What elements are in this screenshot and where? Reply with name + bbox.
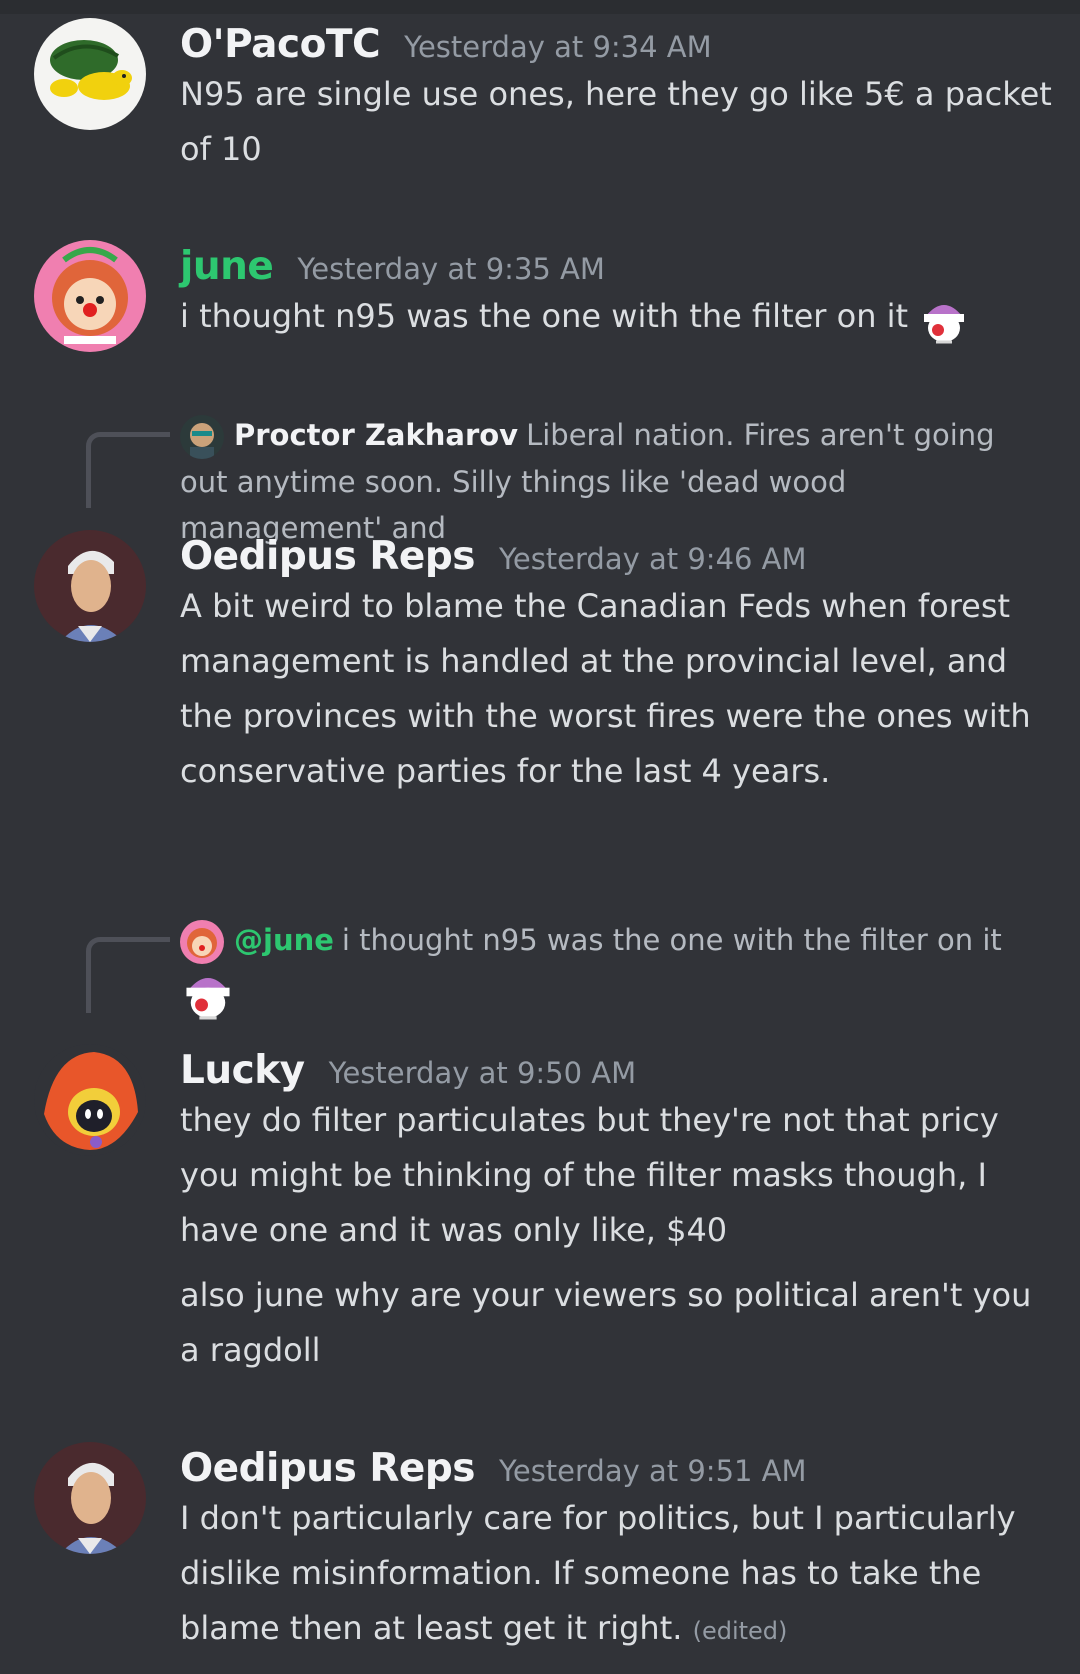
avatar-june[interactable]: [34, 240, 146, 352]
message-text: I don't particularly care for politics, …: [180, 1491, 1060, 1659]
message-text: A bit weird to blame the Canadian Feds w…: [180, 587, 1031, 790]
message-text: i thought n95 was the one with the filte…: [180, 289, 1060, 344]
reply-author[interactable]: Proctor Zakharov: [234, 418, 518, 452]
edited-label: (edited): [692, 1617, 788, 1645]
clown-avatar-icon: [34, 240, 146, 352]
message-text-content: I don't particularly care for politics, …: [180, 1499, 1016, 1647]
avatar-oedipus[interactable]: [34, 1442, 146, 1554]
avatar-turtle[interactable]: [34, 18, 146, 130]
timestamp: Yesterday at 9:46 AM: [498, 542, 807, 576]
reply-avatar-icon: [180, 415, 224, 459]
message-text: N95 are single use ones, here they go li…: [180, 75, 1052, 168]
username[interactable]: Lucky: [180, 1048, 305, 1093]
message-text: they do filter particulates but they're …: [180, 1101, 999, 1249]
username[interactable]: O'PacoTC: [180, 22, 381, 67]
reply-spine: [86, 432, 170, 508]
message-text: also june why are your viewers so politi…: [180, 1276, 1032, 1369]
avatar-oedipus[interactable]: [34, 530, 146, 642]
username[interactable]: Oedipus Reps: [180, 1446, 475, 1491]
man-portrait-avatar-icon: [34, 530, 146, 642]
username[interactable]: Oedipus Reps: [180, 534, 475, 579]
avatar-lucky[interactable]: [34, 1044, 146, 1156]
reply-spine: [86, 937, 170, 1013]
timestamp: Yesterday at 9:51 AM: [498, 1454, 807, 1488]
reply-reference[interactable]: @june i thought n95 was the one with the …: [180, 917, 1040, 1022]
reply-reference[interactable]: Proctor Zakharov Liberal nation. Fires ar…: [180, 412, 1040, 551]
top-divider: [0, 0, 1080, 14]
reply-avatar-icon: [180, 920, 224, 964]
turtle-avatar-icon: [34, 18, 146, 130]
timestamp: Yesterday at 9:50 AM: [328, 1056, 637, 1090]
timestamp: Yesterday at 9:34 AM: [404, 30, 712, 64]
sad-clown-emoji-icon: [918, 292, 970, 344]
reply-emoji-row: [180, 964, 1040, 1022]
reply-mention[interactable]: @june: [234, 923, 334, 957]
reply-text: i thought n95 was the one with the filte…: [341, 923, 1002, 957]
sad-clown-emoji-icon: [180, 964, 236, 1020]
message-text-content: i thought n95 was the one with the filte…: [180, 297, 909, 335]
timestamp: Yesterday at 9:35 AM: [297, 252, 605, 286]
username[interactable]: june: [180, 244, 274, 289]
hooded-creature-avatar-icon: [34, 1044, 146, 1156]
man-portrait-avatar-icon: [34, 1442, 146, 1554]
